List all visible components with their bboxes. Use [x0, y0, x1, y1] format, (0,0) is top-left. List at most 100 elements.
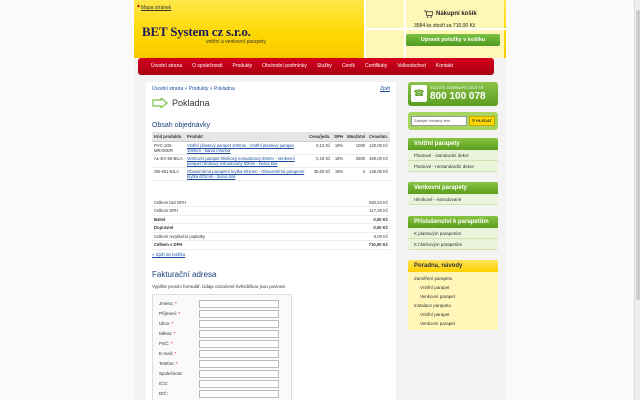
edit-cart-button[interactable]: Upravit položky v košíku	[406, 34, 500, 46]
product-code: OB-601-BILA	[152, 167, 185, 181]
field-input[interactable]	[199, 310, 279, 318]
required-marker: *	[173, 351, 177, 356]
box-accessories: Příslušenství k parapetům K plastovým pa…	[408, 216, 498, 250]
arrow-icon	[152, 98, 168, 108]
field-label-text: Ulice:	[159, 321, 171, 326]
billing-form: Jméno: * Příjmení: * Ulice: * Město: * PSČ: …	[152, 294, 292, 400]
sidebar-link[interactable]: Hliníkové - extrudované	[408, 194, 498, 205]
cart-box: Nákupní košík 3584 ks zboží za 710,00 Kč…	[404, 8, 502, 58]
totals-label: Celkem recyklační poplatky	[152, 232, 320, 241]
guide-link[interactable]: Venkovní parapet	[408, 319, 498, 328]
product-link[interactable]: Obousměrná parapetní krytka 601mm - Obou…	[187, 169, 304, 179]
table-row: AL-EX-50-BILA Venkovní parapet hliníkový …	[152, 154, 390, 168]
quantity: 1000	[345, 141, 368, 155]
field-label: Ulice: *	[159, 321, 173, 326]
table-row: OB-601-BILA Obousměrná parapetní krytka 6…	[152, 167, 390, 181]
field-label-text: Město:	[159, 331, 173, 336]
field-label: Město: *	[159, 331, 176, 336]
cart-summary: 3584 ks zboží za 710,00 Kč	[414, 23, 476, 29]
back-link-top[interactable]: Zpět	[380, 86, 390, 92]
box-title[interactable]: Příslušenství k parapetům	[408, 216, 498, 228]
sidebar-link[interactable]: K hliníkovým parapetům	[408, 239, 498, 250]
required-marker: *	[170, 321, 174, 326]
table-row: PVC-100-MRAMOR Vnitřní plastový parapet 1…	[152, 141, 390, 155]
product-cell: Venkovní parapet hliníkový extrudovaný 5…	[184, 154, 308, 168]
field-label: Jméno: *	[159, 301, 177, 306]
totals-row: Dopravné 0,00 Kč	[152, 223, 390, 233]
logo[interactable]: BET System cz s.r.o.	[142, 24, 251, 40]
logo-tagline: vnitřní a venkovní parapety	[206, 39, 267, 45]
box-guides: Poradna, návody Zaměření parapetu Vnitřní…	[408, 260, 498, 330]
guide-link[interactable]: Venkovní parapet	[408, 292, 498, 301]
breadcrumb[interactable]: Úvodní strana » Produkty » Pokladna	[152, 86, 235, 92]
box-title[interactable]: Vnitřní parapety	[408, 138, 498, 150]
page-margin-right	[506, 0, 640, 400]
product-cell: Vnitřní plastový parapet 100mm - Vnitřní…	[184, 141, 308, 155]
sitemap-link[interactable]: Mapa stránek	[141, 5, 171, 11]
field-input[interactable]	[199, 330, 279, 338]
field-input[interactable]	[199, 360, 279, 368]
back-to-cart-link[interactable]: « Zpět do košíku	[152, 252, 185, 257]
field-label: E-mail: *	[159, 351, 176, 356]
guide-link[interactable]: Vnitřní parapet	[408, 283, 498, 292]
search-button-label: HLEDAT	[476, 118, 492, 123]
box-title[interactable]: Venkovní parapety	[408, 182, 498, 194]
cart-icon	[424, 10, 433, 18]
scrollbar-thumb[interactable]	[636, 10, 640, 300]
guide-link[interactable]: Vnitřní parapet	[408, 310, 498, 319]
box-exterior-sills: Venkovní parapety Hliníkové - extrudovan…	[408, 182, 498, 205]
field-label: DIČ:	[159, 391, 168, 396]
totals-row: Celkem bez DPH 592,54 Kč	[152, 198, 390, 207]
totals-value: 592,54 Kč	[319, 198, 390, 207]
nav-item[interactable]: Úvodní strana	[146, 58, 187, 75]
nav-item[interactable]: Kontakt	[431, 58, 458, 75]
guide-link[interactable]: Zaměření parapetu	[408, 274, 498, 283]
field-input[interactable]	[199, 390, 279, 398]
field-label: Příjmení: *	[159, 311, 180, 316]
vat: 19%	[332, 154, 346, 168]
totals-value: 117,36 Kč	[319, 206, 390, 216]
phone-banner: ☎ VOLEJTE ZDARMA PO CELÉ ČR 800 100 078	[408, 82, 498, 106]
form-row: Město: *	[157, 330, 289, 339]
product-link[interactable]: Vnitřní plastový parapet 100mm - Vnitřní…	[187, 143, 294, 153]
search-input[interactable]: Zadejte hledaný text	[411, 116, 467, 126]
nav-item[interactable]: Služby	[312, 58, 337, 75]
sidebar-link[interactable]: Plastové - standardní dekor	[408, 150, 498, 161]
totals-label: Celkem DPH	[152, 206, 320, 216]
scrollbar[interactable]	[634, 0, 640, 400]
totals-label: Celkem s DPH	[152, 240, 320, 250]
box-title[interactable]: Poradna, návody	[408, 260, 498, 272]
phone-label: VOLEJTE ZDARMA PO CELÉ ČR	[430, 86, 484, 90]
totals-value: 710,00 Kč	[319, 240, 390, 250]
nav-item[interactable]: Obchodní podmínky	[257, 58, 312, 75]
field-input[interactable]	[199, 300, 279, 308]
nav-item[interactable]: O společnosti	[187, 58, 227, 75]
field-input[interactable]	[199, 350, 279, 358]
search-button[interactable]: ⚲ HLEDAT	[469, 116, 495, 126]
form-row: Příjmení: *	[157, 310, 289, 319]
guide-link[interactable]: Instalace parapetu	[408, 301, 498, 310]
field-label-text: PSČ:	[159, 341, 170, 346]
field-input[interactable]	[199, 320, 279, 328]
totals-row: Celkem DPH 117,36 Kč	[152, 206, 390, 216]
sidebar-link[interactable]: K plastovým parapetům	[408, 228, 498, 239]
field-input[interactable]	[199, 370, 279, 378]
search-box: Zadejte hledaný text ⚲ HLEDAT	[408, 112, 498, 130]
sidebar-link[interactable]: Plastové - nestandardní dekor	[408, 161, 498, 172]
field-label-text: E-mail:	[159, 351, 174, 356]
form-hint: Vyplňte prosím formulář. Údaje označené …	[152, 284, 287, 289]
form-row: Jméno: *	[157, 300, 289, 309]
totals-label: Celkem bez DPH	[152, 198, 320, 207]
nav-item[interactable]: Produkty	[227, 58, 257, 75]
field-label: IČO:	[159, 381, 168, 386]
column-header: DPH	[332, 132, 346, 142]
field-input[interactable]	[199, 380, 279, 388]
phone-number: 800 100 078	[430, 91, 486, 102]
form-row: Ulice: *	[157, 320, 289, 329]
nav-item[interactable]: Certifikáty	[360, 58, 392, 75]
field-input[interactable]	[199, 340, 279, 348]
product-link[interactable]: Venkovní parapet hliníkový extrudovaný 5…	[187, 156, 295, 166]
totals-value: 0,00 Kč	[319, 232, 390, 241]
nav-item[interactable]: Ceník	[337, 58, 360, 75]
nav-item[interactable]: Velkoobchod	[392, 58, 431, 75]
